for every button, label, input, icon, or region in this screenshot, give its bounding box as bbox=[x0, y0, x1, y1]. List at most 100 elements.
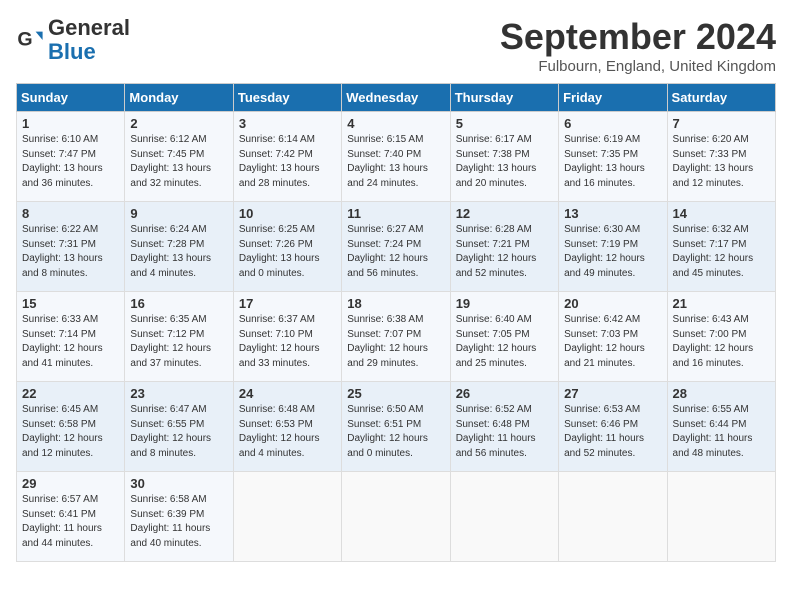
calendar-cell: 7 Sunrise: 6:20 AMSunset: 7:33 PMDayligh… bbox=[667, 112, 775, 202]
calendar-cell bbox=[667, 472, 775, 562]
day-number: 29 bbox=[22, 476, 119, 491]
day-header-saturday: Saturday bbox=[667, 84, 775, 112]
day-header-friday: Friday bbox=[559, 84, 667, 112]
day-info: Sunrise: 6:10 AMSunset: 7:47 PMDaylight:… bbox=[22, 134, 103, 189]
day-info: Sunrise: 6:47 AMSunset: 6:55 PMDaylight:… bbox=[130, 404, 211, 459]
day-info: Sunrise: 6:30 AMSunset: 7:19 PMDaylight:… bbox=[564, 224, 645, 279]
day-info: Sunrise: 6:19 AMSunset: 7:35 PMDaylight:… bbox=[564, 134, 645, 189]
day-info: Sunrise: 6:20 AMSunset: 7:33 PMDaylight:… bbox=[673, 134, 754, 189]
calendar-cell: 5 Sunrise: 6:17 AMSunset: 7:38 PMDayligh… bbox=[450, 112, 558, 202]
day-info: Sunrise: 6:58 AMSunset: 6:39 PMDaylight:… bbox=[130, 494, 210, 549]
calendar-body: 1 Sunrise: 6:10 AMSunset: 7:47 PMDayligh… bbox=[17, 112, 776, 562]
calendar-cell: 20 Sunrise: 6:42 AMSunset: 7:03 PMDaylig… bbox=[559, 292, 667, 382]
day-info: Sunrise: 6:15 AMSunset: 7:40 PMDaylight:… bbox=[347, 134, 428, 189]
title-block: September 2024 Fulbourn, England, United… bbox=[500, 16, 776, 75]
location: Fulbourn, England, United Kingdom bbox=[500, 58, 776, 75]
day-number: 17 bbox=[239, 296, 336, 311]
calendar-header-row: SundayMondayTuesdayWednesdayThursdayFrid… bbox=[17, 84, 776, 112]
day-info: Sunrise: 6:25 AMSunset: 7:26 PMDaylight:… bbox=[239, 224, 320, 279]
day-number: 23 bbox=[130, 386, 227, 401]
calendar-week-row: 8 Sunrise: 6:22 AMSunset: 7:31 PMDayligh… bbox=[17, 202, 776, 292]
day-info: Sunrise: 6:28 AMSunset: 7:21 PMDaylight:… bbox=[456, 224, 537, 279]
day-number: 5 bbox=[456, 116, 553, 131]
calendar-week-row: 29 Sunrise: 6:57 AMSunset: 6:41 PMDaylig… bbox=[17, 472, 776, 562]
calendar-cell: 26 Sunrise: 6:52 AMSunset: 6:48 PMDaylig… bbox=[450, 382, 558, 472]
calendar-cell: 11 Sunrise: 6:27 AMSunset: 7:24 PMDaylig… bbox=[342, 202, 450, 292]
day-header-sunday: Sunday bbox=[17, 84, 125, 112]
calendar-cell: 30 Sunrise: 6:58 AMSunset: 6:39 PMDaylig… bbox=[125, 472, 233, 562]
calendar-cell: 2 Sunrise: 6:12 AMSunset: 7:45 PMDayligh… bbox=[125, 112, 233, 202]
day-number: 1 bbox=[22, 116, 119, 131]
month-title: September 2024 bbox=[500, 16, 776, 58]
calendar-cell: 3 Sunrise: 6:14 AMSunset: 7:42 PMDayligh… bbox=[233, 112, 341, 202]
day-info: Sunrise: 6:12 AMSunset: 7:45 PMDaylight:… bbox=[130, 134, 211, 189]
day-number: 9 bbox=[130, 206, 227, 221]
day-number: 22 bbox=[22, 386, 119, 401]
day-info: Sunrise: 6:40 AMSunset: 7:05 PMDaylight:… bbox=[456, 314, 537, 369]
day-info: Sunrise: 6:45 AMSunset: 6:58 PMDaylight:… bbox=[22, 404, 103, 459]
calendar-cell: 6 Sunrise: 6:19 AMSunset: 7:35 PMDayligh… bbox=[559, 112, 667, 202]
calendar-cell: 24 Sunrise: 6:48 AMSunset: 6:53 PMDaylig… bbox=[233, 382, 341, 472]
day-info: Sunrise: 6:52 AMSunset: 6:48 PMDaylight:… bbox=[456, 404, 536, 459]
day-header-tuesday: Tuesday bbox=[233, 84, 341, 112]
day-number: 10 bbox=[239, 206, 336, 221]
day-number: 3 bbox=[239, 116, 336, 131]
calendar-cell: 16 Sunrise: 6:35 AMSunset: 7:12 PMDaylig… bbox=[125, 292, 233, 382]
calendar-cell: 15 Sunrise: 6:33 AMSunset: 7:14 PMDaylig… bbox=[17, 292, 125, 382]
calendar-cell bbox=[233, 472, 341, 562]
calendar-cell: 25 Sunrise: 6:50 AMSunset: 6:51 PMDaylig… bbox=[342, 382, 450, 472]
day-number: 28 bbox=[673, 386, 770, 401]
calendar-cell: 27 Sunrise: 6:53 AMSunset: 6:46 PMDaylig… bbox=[559, 382, 667, 472]
calendar-cell: 14 Sunrise: 6:32 AMSunset: 7:17 PMDaylig… bbox=[667, 202, 775, 292]
day-info: Sunrise: 6:35 AMSunset: 7:12 PMDaylight:… bbox=[130, 314, 211, 369]
day-header-wednesday: Wednesday bbox=[342, 84, 450, 112]
day-info: Sunrise: 6:14 AMSunset: 7:42 PMDaylight:… bbox=[239, 134, 320, 189]
calendar-cell: 12 Sunrise: 6:28 AMSunset: 7:21 PMDaylig… bbox=[450, 202, 558, 292]
day-number: 19 bbox=[456, 296, 553, 311]
header: G General Blue September 2024 Fulbourn, … bbox=[16, 16, 776, 75]
logo-text: General Blue bbox=[48, 16, 130, 64]
day-info: Sunrise: 6:50 AMSunset: 6:51 PMDaylight:… bbox=[347, 404, 428, 459]
calendar-cell bbox=[450, 472, 558, 562]
calendar-week-row: 1 Sunrise: 6:10 AMSunset: 7:47 PMDayligh… bbox=[17, 112, 776, 202]
calendar-cell: 9 Sunrise: 6:24 AMSunset: 7:28 PMDayligh… bbox=[125, 202, 233, 292]
calendar-week-row: 22 Sunrise: 6:45 AMSunset: 6:58 PMDaylig… bbox=[17, 382, 776, 472]
day-number: 7 bbox=[673, 116, 770, 131]
calendar-cell: 10 Sunrise: 6:25 AMSunset: 7:26 PMDaylig… bbox=[233, 202, 341, 292]
calendar-table: SundayMondayTuesdayWednesdayThursdayFrid… bbox=[16, 83, 776, 562]
day-info: Sunrise: 6:33 AMSunset: 7:14 PMDaylight:… bbox=[22, 314, 103, 369]
calendar-cell: 19 Sunrise: 6:40 AMSunset: 7:05 PMDaylig… bbox=[450, 292, 558, 382]
day-info: Sunrise: 6:17 AMSunset: 7:38 PMDaylight:… bbox=[456, 134, 537, 189]
day-number: 4 bbox=[347, 116, 444, 131]
day-info: Sunrise: 6:57 AMSunset: 6:41 PMDaylight:… bbox=[22, 494, 102, 549]
day-number: 15 bbox=[22, 296, 119, 311]
day-number: 21 bbox=[673, 296, 770, 311]
calendar-cell: 29 Sunrise: 6:57 AMSunset: 6:41 PMDaylig… bbox=[17, 472, 125, 562]
day-number: 30 bbox=[130, 476, 227, 491]
calendar-week-row: 15 Sunrise: 6:33 AMSunset: 7:14 PMDaylig… bbox=[17, 292, 776, 382]
calendar-cell: 17 Sunrise: 6:37 AMSunset: 7:10 PMDaylig… bbox=[233, 292, 341, 382]
calendar-cell: 18 Sunrise: 6:38 AMSunset: 7:07 PMDaylig… bbox=[342, 292, 450, 382]
day-number: 16 bbox=[130, 296, 227, 311]
day-info: Sunrise: 6:37 AMSunset: 7:10 PMDaylight:… bbox=[239, 314, 320, 369]
day-info: Sunrise: 6:24 AMSunset: 7:28 PMDaylight:… bbox=[130, 224, 211, 279]
day-number: 25 bbox=[347, 386, 444, 401]
logo-icon: G bbox=[16, 26, 44, 54]
day-header-monday: Monday bbox=[125, 84, 233, 112]
day-number: 11 bbox=[347, 206, 444, 221]
calendar-cell: 1 Sunrise: 6:10 AMSunset: 7:47 PMDayligh… bbox=[17, 112, 125, 202]
calendar-cell: 22 Sunrise: 6:45 AMSunset: 6:58 PMDaylig… bbox=[17, 382, 125, 472]
calendar-cell: 28 Sunrise: 6:55 AMSunset: 6:44 PMDaylig… bbox=[667, 382, 775, 472]
day-number: 24 bbox=[239, 386, 336, 401]
calendar-cell: 4 Sunrise: 6:15 AMSunset: 7:40 PMDayligh… bbox=[342, 112, 450, 202]
day-number: 6 bbox=[564, 116, 661, 131]
calendar-cell: 23 Sunrise: 6:47 AMSunset: 6:55 PMDaylig… bbox=[125, 382, 233, 472]
day-header-thursday: Thursday bbox=[450, 84, 558, 112]
day-info: Sunrise: 6:22 AMSunset: 7:31 PMDaylight:… bbox=[22, 224, 103, 279]
logo: G General Blue bbox=[16, 16, 130, 64]
day-info: Sunrise: 6:42 AMSunset: 7:03 PMDaylight:… bbox=[564, 314, 645, 369]
day-info: Sunrise: 6:38 AMSunset: 7:07 PMDaylight:… bbox=[347, 314, 428, 369]
day-number: 12 bbox=[456, 206, 553, 221]
day-info: Sunrise: 6:43 AMSunset: 7:00 PMDaylight:… bbox=[673, 314, 754, 369]
day-number: 18 bbox=[347, 296, 444, 311]
